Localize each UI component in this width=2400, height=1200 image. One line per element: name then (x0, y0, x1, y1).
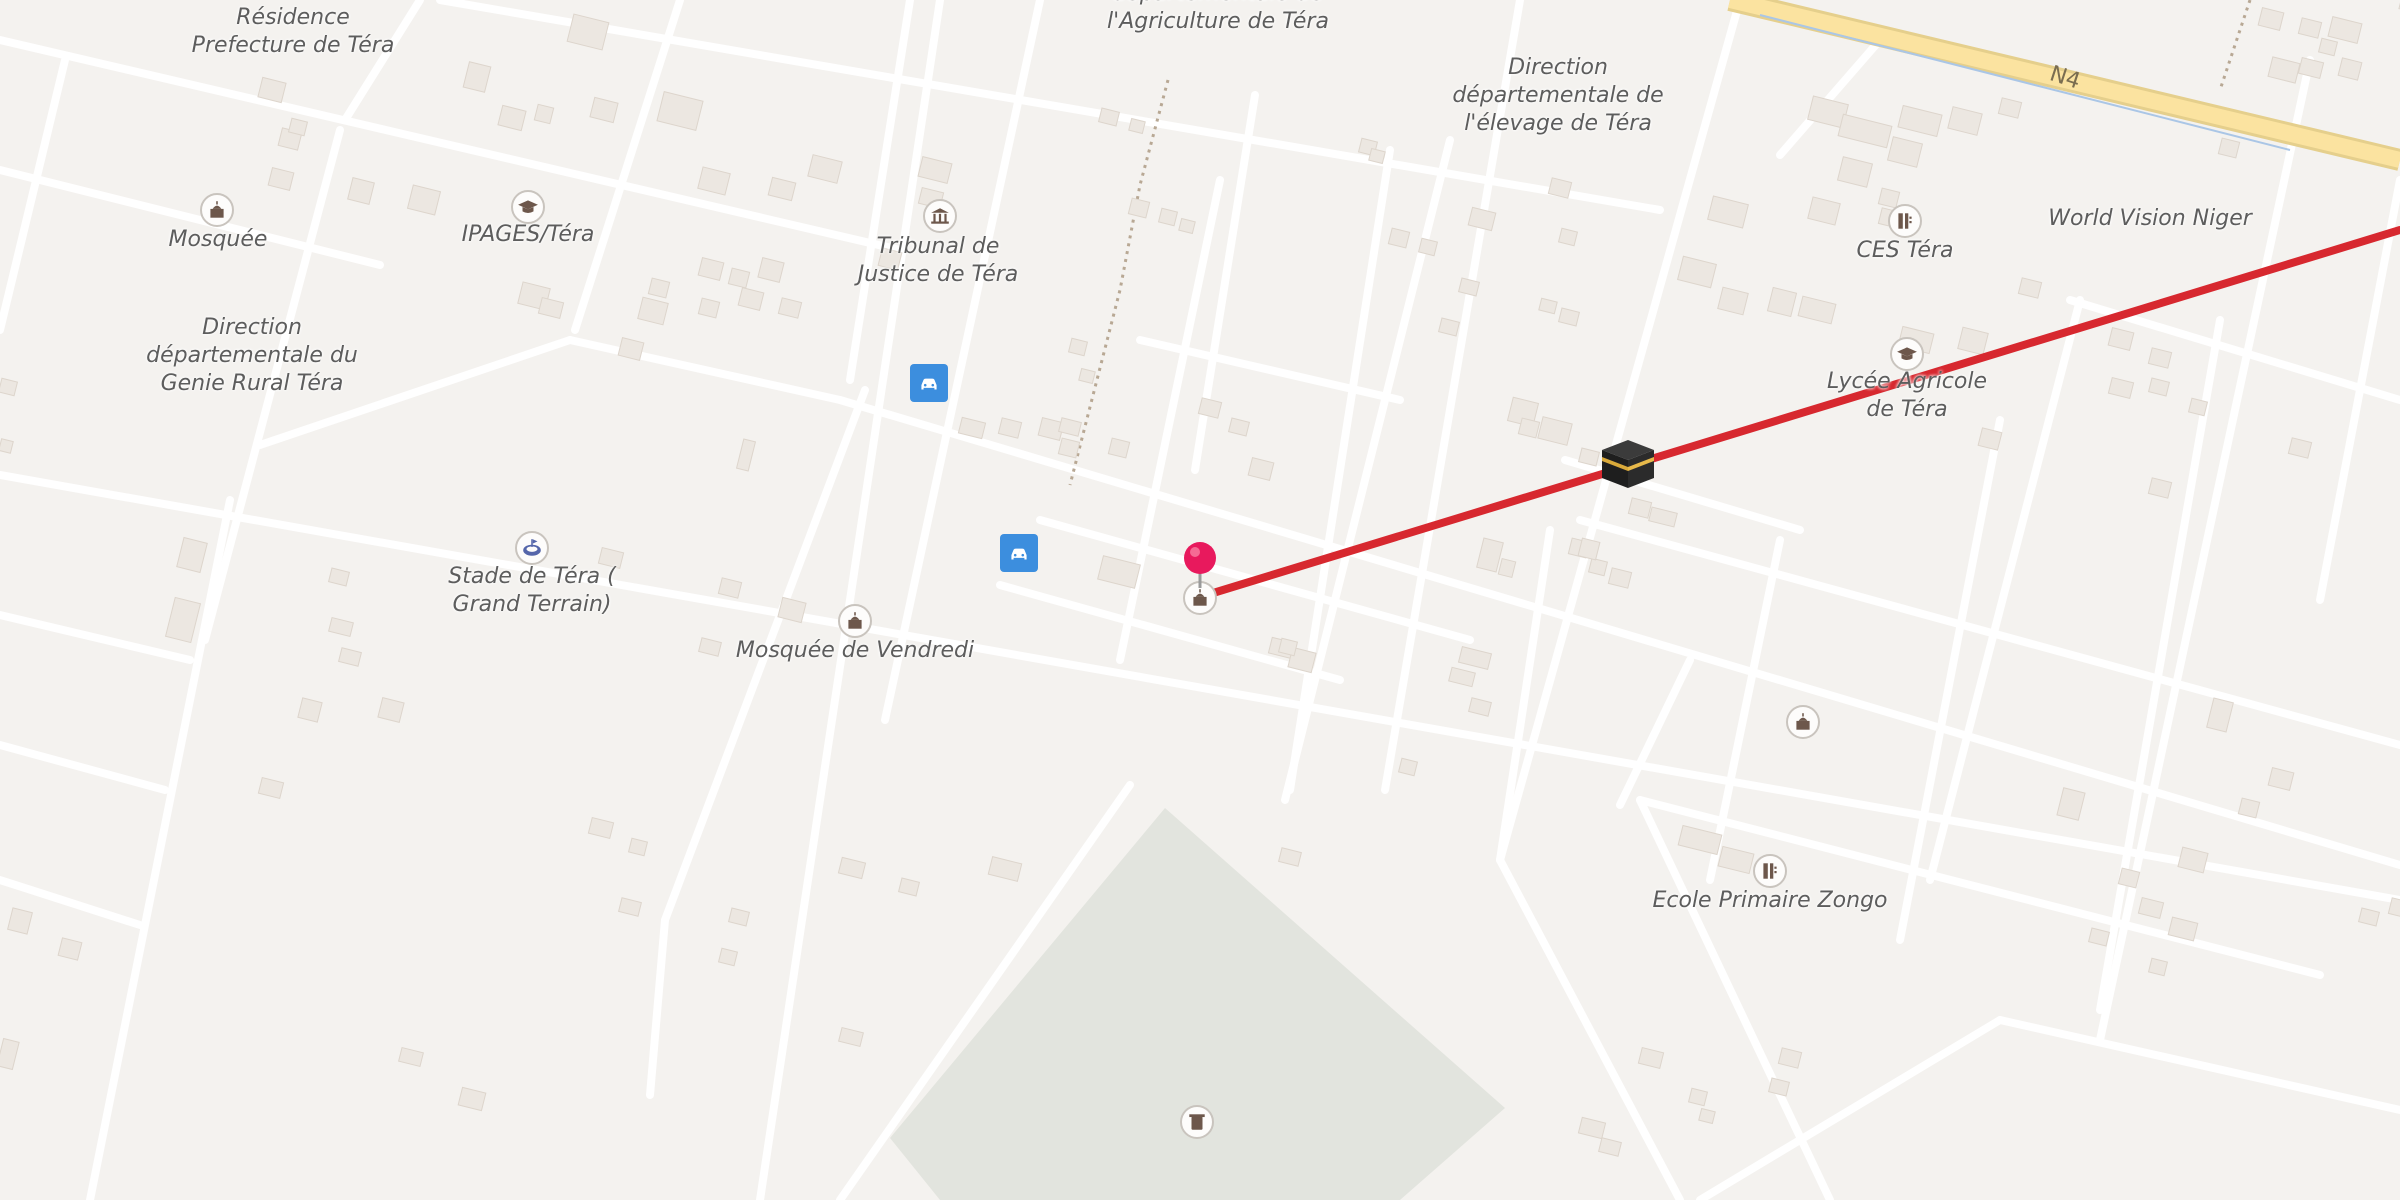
building (0, 438, 14, 454)
school-icon[interactable] (1888, 204, 1922, 238)
stadium-icon[interactable] (515, 531, 549, 565)
label-genie-rural: Direction départementale du Genie Rural … (146, 315, 358, 396)
building (1766, 286, 1798, 318)
mosque-icon[interactable] (1786, 705, 1820, 739)
label-ces-tera: CES Téra (1856, 238, 1954, 263)
label-mosquee-vendredi: Mosquée de Vendredi (735, 638, 975, 663)
school-icon[interactable] (1753, 854, 1787, 888)
building (297, 697, 323, 723)
label-residence-prefecture: Résidence Prefecture de Téra (191, 5, 395, 58)
cemetery-icon[interactable] (1180, 1105, 1214, 1139)
map-view[interactable]: N4 Résidence Prefecture de Téra départem… (0, 0, 2400, 1200)
label-ecole-zongo: Ecole Primaire Zongo (1652, 888, 1888, 913)
label-ipages: IPAGES/Téra (461, 222, 595, 247)
label-world-vision: World Vision Niger (2048, 206, 2252, 231)
car-icon[interactable] (1000, 534, 1038, 572)
kaaba-icon[interactable] (1598, 434, 1658, 498)
courthouse-icon[interactable] (923, 199, 957, 233)
graduation-cap-icon[interactable] (511, 190, 545, 224)
label-stade: Stade de Téra ( Grand Terrain) (448, 564, 616, 617)
label-lycee-agricole: Lycée Agricole de Téra (1826, 369, 1988, 422)
location-pin-icon[interactable] (1180, 540, 1220, 594)
car-icon[interactable] (910, 364, 948, 402)
building (347, 177, 375, 205)
graduation-cap-icon[interactable] (1890, 337, 1924, 371)
label-agriculture: départementale de l'Agriculture de Téra (1107, 0, 1329, 34)
building (533, 103, 555, 125)
mosque-icon[interactable] (200, 193, 234, 227)
building (1577, 537, 1601, 561)
label-tribunal: Tribunal de Justice de Téra (857, 234, 1019, 287)
mosque-icon[interactable] (838, 604, 872, 638)
label-mosquee: Mosquée (168, 227, 268, 252)
label-elevage: Direction départementale de l'élevage de… (1452, 55, 1664, 136)
